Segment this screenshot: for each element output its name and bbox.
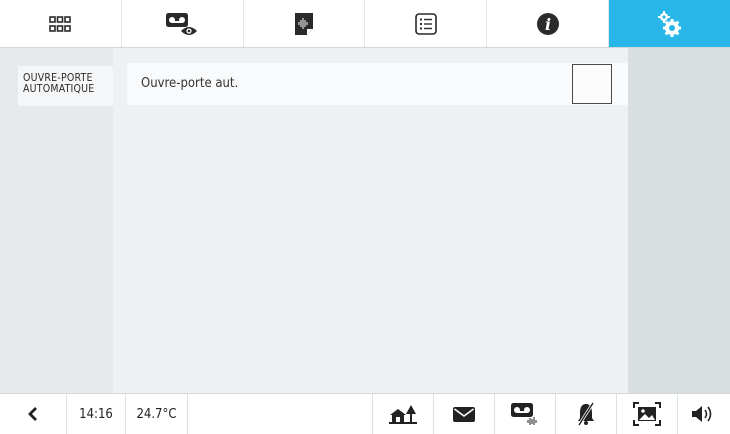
gears-icon xyxy=(657,10,681,37)
info-icon: i xyxy=(536,12,559,35)
mute-button[interactable] xyxy=(556,394,617,434)
speaker-icon xyxy=(692,406,712,422)
sidebar-item-label-line2: AUTOMATIQUE xyxy=(23,83,95,95)
picture-frame-icon xyxy=(633,402,661,426)
temperature: 24.7°C xyxy=(126,394,188,434)
list-icon xyxy=(415,12,437,35)
main-content: Ouvre-porte aut. xyxy=(113,48,628,393)
back-icon xyxy=(28,407,37,421)
top-navigation-bar: i xyxy=(0,0,730,48)
time-text: 14:16 xyxy=(79,406,113,422)
tab-voice-memo[interactable] xyxy=(244,0,366,47)
home-tree-icon xyxy=(389,405,417,424)
mail-icon xyxy=(453,406,475,422)
videomemo-eye-icon xyxy=(166,12,198,35)
voicememo-icon xyxy=(295,12,314,35)
setting-row-auto-door-opener: Ouvre-porte aut. xyxy=(127,63,628,105)
sidebar-item-ouvre-porte-automatique[interactable]: OUVRE-PORTE AUTOMATIQUE xyxy=(18,66,113,106)
messages-button[interactable] xyxy=(434,394,495,434)
home-button[interactable] xyxy=(373,394,434,434)
volume-button[interactable] xyxy=(678,394,730,434)
clock: 14:16 xyxy=(67,394,126,434)
gallery-button[interactable] xyxy=(617,394,678,434)
tab-apps[interactable] xyxy=(0,0,122,47)
tab-info[interactable]: i xyxy=(487,0,610,47)
mute-bell-icon xyxy=(577,402,595,426)
setting-label: Ouvre-porte aut. xyxy=(141,76,239,91)
tab-video-memo[interactable] xyxy=(122,0,244,47)
back-button[interactable] xyxy=(0,394,67,434)
bottom-status-bar: 14:16 24.7°C xyxy=(0,393,730,434)
grid-icon xyxy=(49,15,72,32)
video-memo-button[interactable] xyxy=(495,394,556,434)
temperature-text: 24.7°C xyxy=(136,406,177,422)
status-spacer xyxy=(188,394,373,434)
svg-text:i: i xyxy=(545,15,551,34)
tab-settings[interactable] xyxy=(609,0,730,47)
auto-door-opener-checkbox[interactable] xyxy=(572,64,612,104)
right-panel xyxy=(628,48,730,393)
videomemo-sound-icon xyxy=(511,403,537,425)
tab-list[interactable] xyxy=(365,0,488,47)
sidebar: OUVRE-PORTE AUTOMATIQUE xyxy=(0,48,113,393)
